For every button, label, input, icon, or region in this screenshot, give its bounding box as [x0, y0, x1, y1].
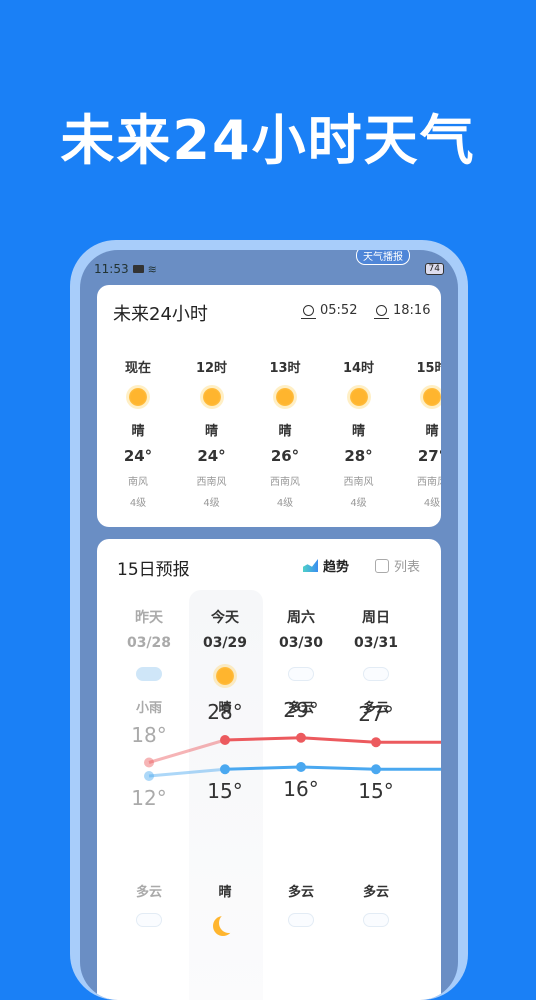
hourly-item: 15时 晴 27° 西南风 4级: [397, 357, 441, 509]
hour-wind-level: 4级: [276, 498, 294, 509]
hour-label: 13时: [269, 361, 301, 376]
sun-icon: [129, 388, 147, 406]
low-temp-point: [296, 762, 306, 772]
hour-temperature: 28°: [344, 447, 373, 465]
hourly-item: 13时 晴 26° 西南风 4级: [250, 357, 320, 509]
headline: 未来24小时天气: [60, 109, 476, 172]
message-icon: [132, 265, 144, 273]
low-temp-line-segment: [148, 767, 226, 778]
high-temp-point: [220, 735, 230, 745]
hour-temperature: 24°: [197, 447, 226, 465]
battery-indicator: 74: [424, 263, 444, 275]
hour-temperature: 24°: [123, 447, 153, 465]
low-temp-line-segment: [300, 765, 377, 771]
status-time: 11:53: [94, 262, 129, 276]
hour-temperature: 26°: [270, 447, 300, 465]
hour-wind-level: 4级: [423, 498, 441, 509]
hour-label: 12时: [195, 361, 228, 376]
high-temp-line-segment: [300, 736, 377, 744]
hour-condition: 晴: [131, 424, 145, 439]
sunset: 18:16: [374, 303, 431, 319]
low-temp-line-segment: [224, 765, 302, 771]
hour-condition: 晴: [204, 424, 218, 439]
hour-temperature: 27°: [417, 447, 441, 465]
sunrise-time: 05:52: [320, 303, 358, 318]
low-temp-point: [371, 764, 381, 775]
sun-icon: [276, 388, 294, 406]
sunset-icon: [374, 305, 389, 319]
high-temp-point: [296, 732, 306, 743]
status-bar: 11:53 ≋: [94, 262, 157, 276]
hour-label: 14时: [342, 361, 375, 376]
low-temp-point: [220, 764, 230, 775]
hourly-item: 现在 晴 24° 南风 4级: [103, 357, 173, 509]
hour-wind: 西南风: [343, 477, 374, 488]
hour-condition: 晴: [278, 424, 292, 439]
temperature-trend-chart: [144, 732, 441, 781]
hour-condition: 晴: [351, 424, 365, 439]
sunrise: 05:52: [301, 303, 358, 319]
hour-wind: 南风: [128, 477, 148, 488]
hourly-list[interactable]: 现在 晴 24° 南风 4级 12时 晴 24° 西南风 4级 13时 晴 26° …: [97, 357, 441, 517]
hour-wind: 西南风: [196, 477, 227, 488]
sun-icon: [423, 388, 441, 406]
hourly-title: 未来24小时: [113, 304, 208, 325]
hour-wind: 西南风: [417, 477, 441, 488]
hourly-item: 12时 晴 24° 西南风 4级: [177, 357, 247, 509]
forecast-card: 15日预报 趋势 列表 昨天 03/28 小雨 多云 18° 12° 今天 03/29 晴晴 28…: [97, 539, 441, 1000]
hour-wind: 西南风: [270, 477, 300, 488]
sun-icon: [202, 388, 221, 406]
phone-screen: 11:53 ≋ 天气播报 74 未来24小时 05:52 18:16 现在 晴 …: [80, 250, 458, 1000]
hourly-card: 未来24小时 05:52 18:16 现在 晴 24° 南风 4级 12时 晴 2…: [97, 285, 441, 527]
hour-wind-level: 4级: [350, 498, 367, 509]
sun-icon: [349, 388, 368, 406]
high-temp-line-segment: [148, 738, 226, 764]
sunset-time: 18:16: [393, 303, 431, 318]
low-temp-point: [144, 771, 154, 781]
hour-wind-level: 4级: [129, 498, 147, 509]
hour-condition: 晴: [425, 424, 439, 439]
wifi-icon: ≋: [147, 262, 157, 276]
high-temp-point: [144, 757, 154, 768]
high-temp-point: [371, 737, 381, 748]
hourly-item: 14时 晴 28° 西南风 4级: [324, 357, 394, 509]
sunrise-icon: [301, 305, 316, 319]
hour-label: 现在: [124, 361, 151, 376]
high-temp-line-segment: [224, 736, 302, 742]
hour-wind-level: 4级: [203, 498, 220, 509]
broadcast-badge[interactable]: 天气播报: [356, 250, 410, 265]
hour-label: 15时: [416, 361, 441, 376]
